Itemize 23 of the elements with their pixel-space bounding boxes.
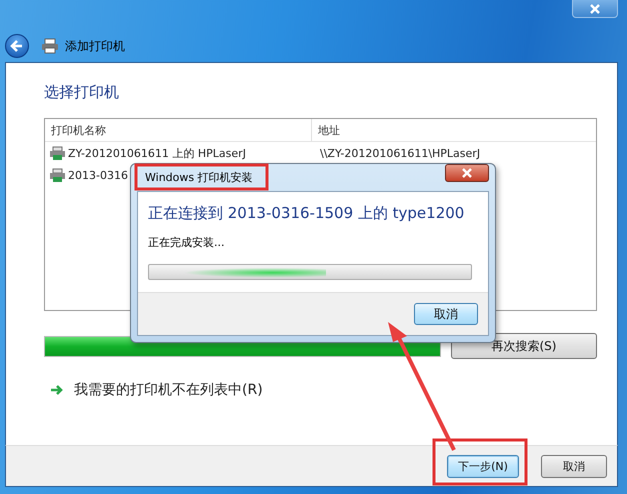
page-heading: 选择打印机 xyxy=(44,83,120,102)
dialog-title: Windows 打印机安装 xyxy=(145,170,253,185)
next-button[interactable]: 下一步(N) xyxy=(447,454,519,478)
printer-name[interactable]: 2013-0316 xyxy=(68,168,128,182)
printer-icon xyxy=(49,168,66,182)
dialog-heading: 正在连接到 2013-0316-1509 上的 type1200 xyxy=(148,204,466,223)
close-icon xyxy=(461,168,473,178)
printer-name[interactable]: ZY-201201061611 上的 HPLaserJ xyxy=(68,146,246,160)
missing-printer-link[interactable]: 我需要的打印机不在列表中(R) xyxy=(74,381,263,399)
column-header[interactable]: 打印机名称 xyxy=(45,119,312,141)
cancel-button[interactable]: 取消 xyxy=(541,454,607,478)
close-button[interactable] xyxy=(445,164,489,182)
close-icon xyxy=(589,4,601,14)
cancel-button[interactable]: 取消 xyxy=(414,303,478,325)
status-text: 正在完成安装... xyxy=(148,235,226,250)
back-arrow-icon xyxy=(10,39,24,53)
arrow-icon xyxy=(50,384,64,396)
column-header[interactable]: 地址 xyxy=(312,119,346,141)
back-button[interactable] xyxy=(5,34,29,58)
printer-icon xyxy=(49,146,66,160)
window-title: 添加打印机 xyxy=(65,38,125,54)
printer-address: \\ZY-201201061611\HPLaserJ xyxy=(319,146,480,160)
printer-icon xyxy=(41,38,59,54)
